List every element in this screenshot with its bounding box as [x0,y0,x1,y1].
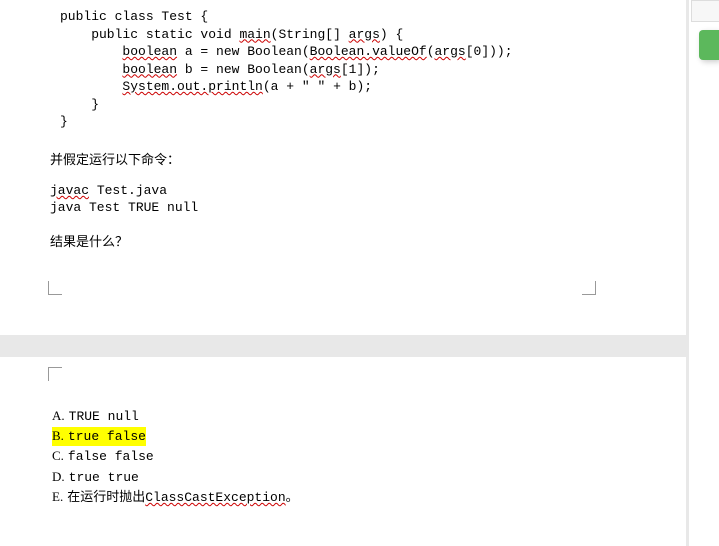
code-token: args [435,44,466,59]
side-button-fragment [699,30,719,60]
code-token: boolean [122,62,177,77]
answer-text: true false [68,429,146,444]
document-page-top: public class Test { public static void m… [0,0,689,335]
answer-option-d: D. true true [52,468,686,487]
code-line: (a + " " + b); [263,79,372,94]
cmd-token: java Test TRUE null [50,200,198,215]
code-line: ) { [380,27,403,42]
command-block: javac Test.java java Test TRUE null [0,182,686,217]
answer-text: false false [68,448,154,466]
code-line: b = new Boolean( [177,62,310,77]
page-corner-mark [582,281,596,295]
cmd-token: javac [50,183,89,198]
code-line: [1]); [341,62,380,77]
code-line: } [60,97,99,112]
code-token: System.out.println [122,79,262,94]
code-token: main [239,27,270,42]
answer-list: A. TRUE null B. true false C. false false… [0,407,686,507]
code-line: public class Test { [60,9,208,24]
code-line [60,79,122,94]
code-line [60,44,122,59]
answer-option-c: C. false false [52,447,686,466]
code-token: boolean [122,44,177,59]
page-corner-mark [48,281,62,295]
side-panel-fragment [691,0,719,22]
answer-label: C. [52,447,64,465]
code-line: public static void [60,27,239,42]
answer-text: 。 [286,488,299,506]
answer-option-e: E. 在运行时抛出 ClassCastException。 [52,488,686,507]
code-token: Boolean.valueOf [310,44,427,59]
code-line: [0])); [466,44,513,59]
answer-text: TRUE null [69,408,139,426]
answer-label: B. [52,428,64,443]
code-token: args [349,27,380,42]
answer-label: A. [52,407,65,425]
code-line: a = new Boolean( [177,44,310,59]
question-text: 结果是什么？ [0,231,686,250]
answer-text: 在运行时抛出 [67,488,145,506]
code-line: ( [427,44,435,59]
assume-text: 并假定运行以下命令： [0,149,686,168]
answer-text: true true [69,469,139,487]
answer-option-b: B. true false [52,427,686,446]
answer-option-a: A. TRUE null [52,407,686,426]
page-corner-mark [48,367,62,381]
answer-text-code: ClassCastException [145,489,285,507]
answer-label: E. [52,488,63,506]
page-gap [0,335,689,357]
code-line [60,62,122,77]
cmd-token: Test.java [89,183,167,198]
code-line: } [60,114,68,129]
code-line: (String[] [271,27,349,42]
code-block: public class Test { public static void m… [0,0,686,131]
document-page-bottom: A. TRUE null B. true false C. false false… [0,357,689,546]
answer-label: D. [52,468,65,486]
code-token: args [310,62,341,77]
